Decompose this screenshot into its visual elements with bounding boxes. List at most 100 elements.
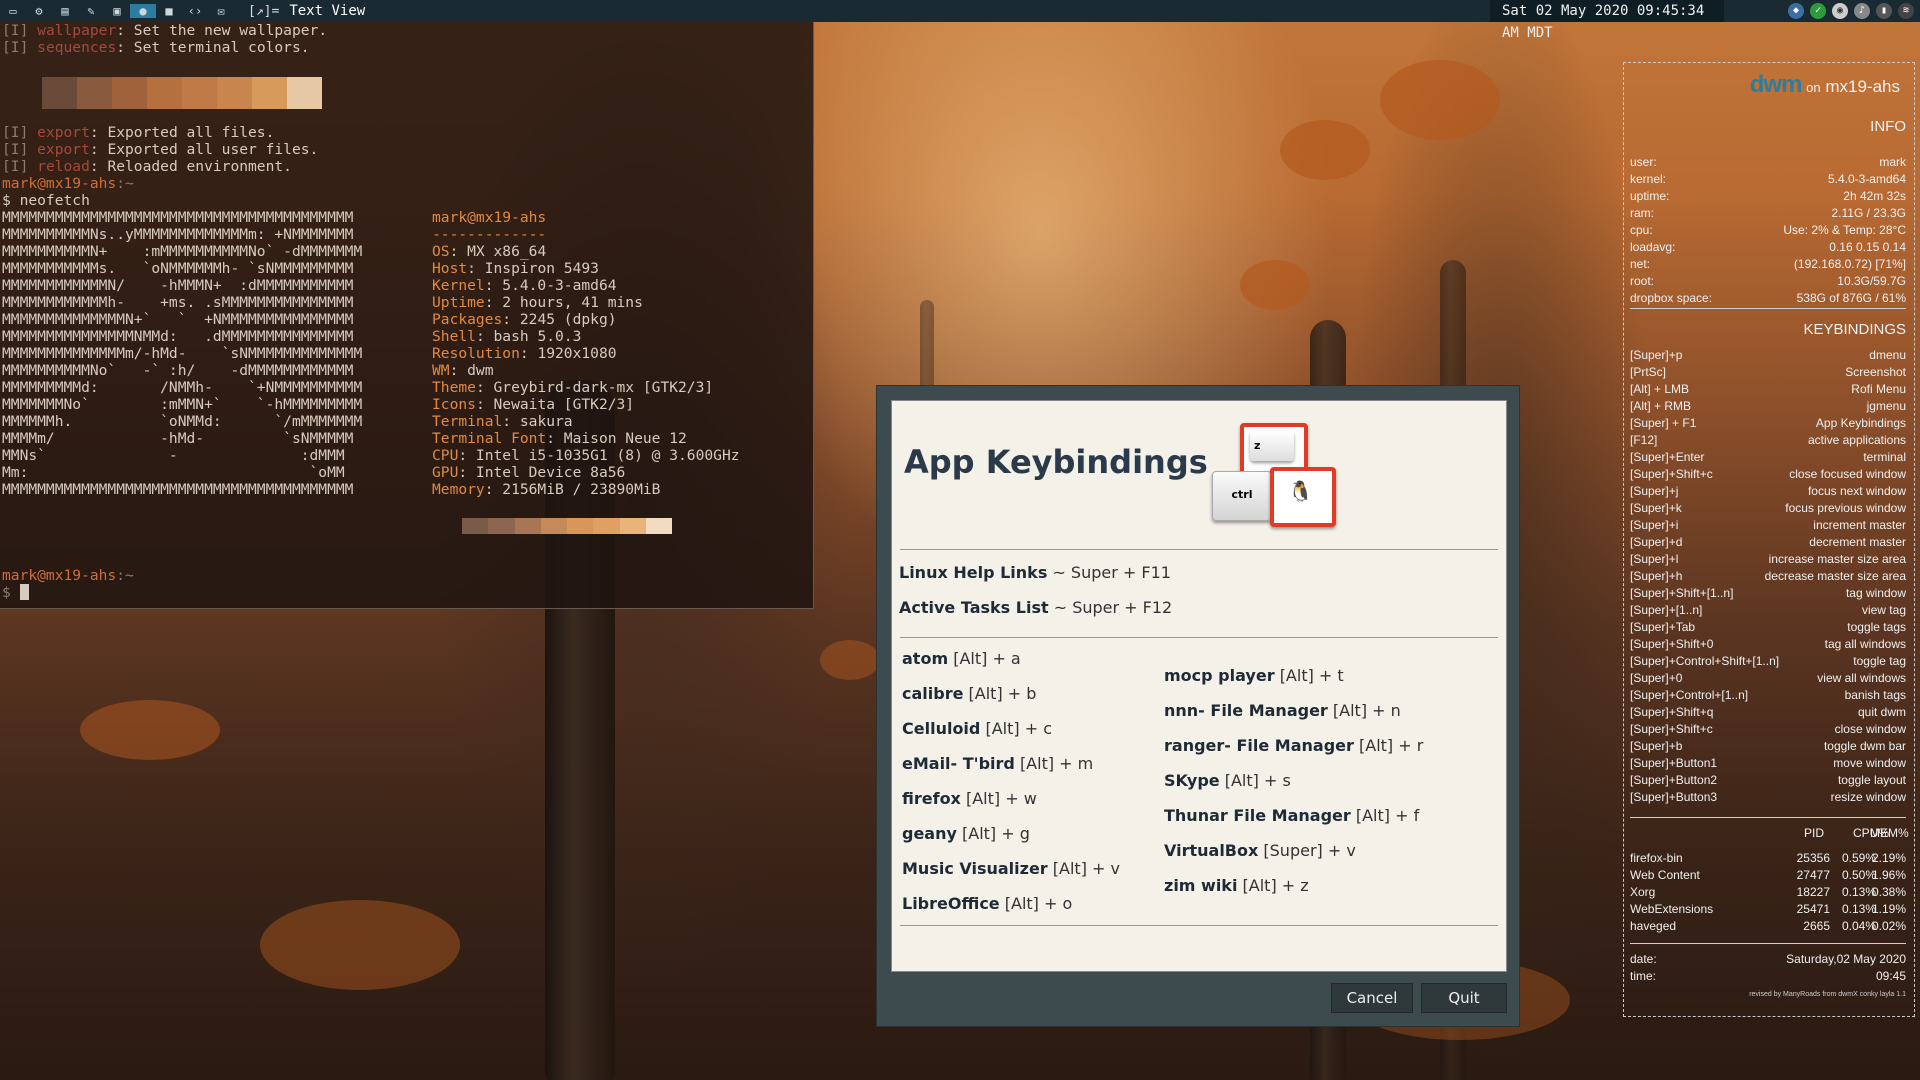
- process-name: haveged: [1630, 919, 1677, 933]
- keybinding-row: [Super]+p dmenu: [1630, 347, 1906, 364]
- keybinding-action: quit dwm: [1857, 705, 1906, 719]
- info-value: 2.11G / 23.3G: [1831, 206, 1907, 220]
- keybinding-key: [Super]+Shift+0: [1630, 637, 1714, 651]
- info-key: Uptime: [432, 294, 485, 311]
- mic-icon[interactable]: ●: [130, 4, 156, 18]
- ascii-line: MMMMMMMMMMN+ :mMMMMMMMMMMNo` -dMMMMMMM: [2, 243, 363, 260]
- keybinding-key: [Super]+i: [1630, 518, 1679, 532]
- info-value: mark: [1879, 155, 1906, 169]
- linux-help-links[interactable]: Linux Help Links ~ Super + F11: [899, 563, 1171, 582]
- keybinding-row: [Super]+Button3 resize window: [1630, 789, 1906, 806]
- info-value: 538G of 876G / 61%: [1796, 291, 1906, 305]
- quit-button[interactable]: Quit: [1421, 983, 1507, 1013]
- code-icon[interactable]: ‹›: [182, 4, 208, 18]
- color-swatch: [252, 77, 287, 109]
- keybinding-key: [Super]+Shift+c: [1630, 722, 1713, 736]
- keybinding-action: terminal: [1863, 450, 1906, 464]
- dialog-body: App Keybindings z ctrl 🐧 Linux Help Link…: [891, 400, 1507, 972]
- keybinding-row: [Super]+Control+[1..n] banish tags: [1630, 687, 1906, 704]
- app-keybinding-item[interactable]: atom [Alt] + a: [902, 649, 1021, 668]
- app-keys: [Alt] + n: [1332, 701, 1401, 720]
- volume-icon[interactable]: ♪: [1854, 3, 1870, 19]
- ascii-line: Mm: `oMM: [2, 464, 345, 481]
- app-keybinding-item[interactable]: ranger- File Manager [Alt] + r: [1164, 736, 1423, 755]
- keybinding-key: [Super]+j: [1630, 484, 1679, 498]
- app-name: firefox: [902, 789, 961, 808]
- keybinding-key: [Super]+0: [1630, 671, 1683, 685]
- neofetch-info-line: Icons: Newaita [GTK2/3]: [432, 396, 634, 413]
- ascii-line: MMMMMMMMMMNo` -` :h/ -dMMMMMMMMMMMM: [2, 362, 354, 379]
- app-keys: [Alt] + z: [1242, 876, 1309, 895]
- time-line: time: 09:45: [1630, 969, 1906, 983]
- info-value: : 2245 (dpkg): [502, 311, 617, 328]
- app-name: calibre: [902, 684, 964, 703]
- app-keys: [Super] + v: [1263, 841, 1356, 860]
- app-keybinding-item[interactable]: VirtualBox [Super] + v: [1164, 841, 1356, 860]
- process-name: Xorg: [1630, 885, 1656, 899]
- color-swatch: [540, 518, 567, 534]
- edit-icon[interactable]: ✎: [78, 4, 104, 18]
- chat-icon[interactable]: ◉: [1832, 3, 1848, 19]
- settings-icon[interactable]: ⚙: [26, 4, 52, 18]
- window-icon[interactable]: ▭: [0, 4, 26, 18]
- battery-icon[interactable]: ▮: [1876, 3, 1892, 19]
- info-key: Icons: [432, 396, 476, 413]
- dropbox-icon[interactable]: ◆: [1788, 3, 1804, 19]
- keybinding-key: [Alt] + LMB: [1630, 382, 1690, 396]
- app-keybinding-item[interactable]: Music Visualizer [Alt] + v: [902, 859, 1120, 878]
- color-swatch: [287, 77, 322, 109]
- app-keybinding-item[interactable]: Thunar File Manager [Alt] + f: [1164, 806, 1419, 825]
- neofetch-info-line: Terminal Font: Maison Neue 12: [432, 430, 687, 447]
- info-value: : dwm: [449, 362, 494, 379]
- info-key: WM: [432, 362, 450, 379]
- keybinding-row: [PrtSc] Screenshot: [1630, 364, 1906, 381]
- mail-icon[interactable]: ✉: [208, 4, 234, 18]
- keybinding-key: [Super]+b: [1630, 739, 1683, 753]
- keybinding-row: [Super]+j focus next window: [1630, 483, 1906, 500]
- keybinding-key: [Super] + F1: [1630, 416, 1697, 430]
- keybinding-action: App Keybindings: [1815, 416, 1906, 430]
- ascii-line: MMMMm/ -hMd- `sNMMMMM: [2, 430, 354, 447]
- wifi-icon[interactable]: ≋: [1898, 3, 1914, 19]
- info-key: Memory: [432, 481, 485, 498]
- neofetch-info-line: CPU: Intel i5-1035G1 (8) @ 3.600GHz: [432, 447, 740, 464]
- update-check-icon[interactable]: ✓: [1810, 3, 1826, 19]
- info-row: cpu: Use: 2% & Temp: 28°C: [1630, 222, 1906, 239]
- keybinding-action: resize window: [1830, 790, 1906, 804]
- app-keybinding-item[interactable]: Celluloid [Alt] + c: [902, 719, 1052, 738]
- process-row: Xorg 18227 0.13% 0.38%: [1630, 884, 1906, 901]
- app-keybinding-item[interactable]: eMail- T'bird [Alt] + m: [902, 754, 1093, 773]
- keybinding-key: [Super]+p: [1630, 348, 1683, 362]
- app-keybinding-item[interactable]: LibreOffice [Alt] + o: [902, 894, 1072, 913]
- app-keybinding-item[interactable]: zim wiki [Alt] + z: [1164, 876, 1309, 895]
- info-value: : Inspiron 5493: [467, 260, 599, 277]
- terminal-window[interactable]: [I] wallpaper: Set the new wallpaper. [I…: [0, 22, 814, 609]
- keybinding-action: toggle layout: [1837, 773, 1906, 787]
- ascii-line: MMMMMMMMMMMMN/ -hMMMN+ :dMMMMMMMMMMM: [2, 277, 354, 294]
- layout-indicator[interactable]: [↗]=: [248, 4, 279, 19]
- app-keybinding-item[interactable]: nnn- File Manager [Alt] + n: [1164, 701, 1401, 720]
- keybinding-row: [Super]+k focus previous window: [1630, 500, 1906, 517]
- app-keybinding-item[interactable]: calibre [Alt] + b: [902, 684, 1036, 703]
- keybinding-row: [Super]+l increase master size area: [1630, 551, 1906, 568]
- text-cursor: [19, 584, 29, 600]
- keybinding-key: [Super]+Shift+c: [1630, 467, 1713, 481]
- neofetch-info-line: Host: Inspiron 5493: [432, 260, 599, 277]
- shell-prompt: mark@mx19-ahs:~: [2, 175, 134, 192]
- info-row: loadavg: 0.16 0.15 0.14: [1630, 239, 1906, 256]
- ascii-line: MMMMMMMMMMMs. `oNMMMMMMh- `sNMMMMMMMMM: [2, 260, 354, 277]
- app-keybinding-item[interactable]: geany [Alt] + g: [902, 824, 1030, 843]
- input-line[interactable]: $: [2, 584, 29, 601]
- image-icon[interactable]: ▣: [104, 4, 130, 18]
- info-title: INFO: [1870, 118, 1906, 135]
- app-keybinding-item[interactable]: SKype [Alt] + s: [1164, 771, 1291, 790]
- keybinding-action: move window: [1833, 756, 1906, 770]
- app-keybinding-item[interactable]: mocp player [Alt] + t: [1164, 666, 1344, 685]
- file-icon[interactable]: ▤: [52, 4, 78, 18]
- cancel-button[interactable]: Cancel: [1331, 983, 1413, 1013]
- info-row: ram: 2.11G / 23.3G: [1630, 205, 1906, 222]
- app-keybinding-item[interactable]: firefox [Alt] + w: [902, 789, 1037, 808]
- camera-icon[interactable]: ■: [156, 4, 182, 18]
- active-tasks-list[interactable]: Active Tasks List ~ Super + F12: [899, 598, 1172, 617]
- info-value: 10.3G/59.7G: [1837, 274, 1906, 288]
